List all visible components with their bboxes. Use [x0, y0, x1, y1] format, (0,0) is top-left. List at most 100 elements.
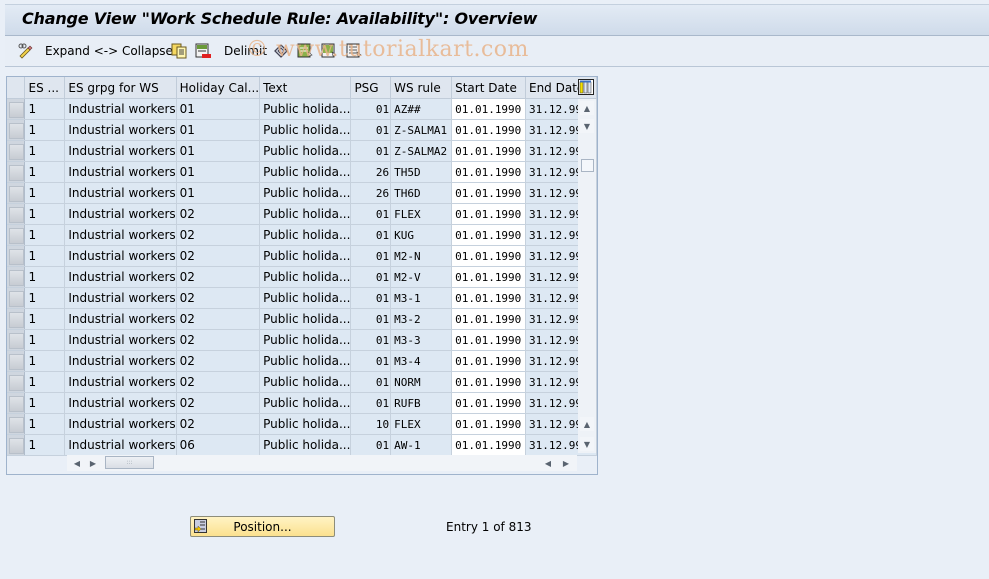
- table-row: 1 Industrial workers 02 Public holida... 01 K…: [7, 224, 598, 246]
- column-header-start-date[interactable]: Start Date: [451, 77, 526, 99]
- vertical-scroll-thumb[interactable]: [581, 159, 594, 172]
- column-header-es[interactable]: ES ...: [24, 77, 66, 99]
- select-all-rows-header[interactable]: [7, 77, 26, 99]
- cell-start-date[interactable]: 01.01.1990: [451, 287, 526, 309]
- column-header-es-grouping[interactable]: ES grpg for WS: [64, 77, 177, 99]
- row-selector-box[interactable]: [9, 332, 24, 349]
- cell-text: Public holida...: [259, 182, 352, 204]
- delimit-button[interactable]: Delimit: [224, 42, 267, 60]
- cell-start-date[interactable]: 01.01.1990: [451, 98, 526, 120]
- cell-start-date[interactable]: 01.01.1990: [451, 413, 526, 435]
- row-selector[interactable]: [7, 308, 26, 330]
- cell-ws-rule: Z-SALMA1: [390, 119, 453, 141]
- row-selector[interactable]: [7, 182, 26, 204]
- vertical-scrollbar[interactable]: ▲ ▼ ▲ ▼: [578, 99, 596, 453]
- cell-start-date[interactable]: 01.01.1990: [451, 203, 526, 225]
- row-selector[interactable]: [7, 329, 26, 351]
- row-selector[interactable]: [7, 119, 26, 141]
- cell-text: Public holida...: [259, 203, 352, 225]
- scroll-right-end-button[interactable]: ▶: [560, 457, 572, 469]
- column-header-holiday-calendar[interactable]: Holiday Cal...: [176, 77, 261, 99]
- cell-start-date[interactable]: 01.01.1990: [451, 161, 526, 183]
- copy-button[interactable]: [171, 42, 187, 60]
- cell-start-date[interactable]: 01.01.1990: [451, 119, 526, 141]
- row-selector-box[interactable]: [9, 353, 24, 370]
- row-selector[interactable]: [7, 392, 26, 414]
- row-selector-box[interactable]: [9, 143, 24, 160]
- row-selector-box[interactable]: [9, 374, 24, 391]
- column-header-ws-rule[interactable]: WS rule: [390, 77, 453, 99]
- row-selector-box[interactable]: [9, 311, 24, 328]
- cell-start-date[interactable]: 01.01.1990: [451, 140, 526, 162]
- column-header-psg[interactable]: PSG: [350, 77, 392, 99]
- cell-psg: 01: [350, 287, 392, 309]
- delete-button[interactable]: [195, 42, 211, 60]
- cell-start-date[interactable]: 01.01.1990: [451, 329, 526, 351]
- cell-ws-rule: M3-3: [390, 329, 453, 351]
- position-button[interactable]: Position...: [190, 516, 335, 537]
- cell-holiday-calendar: 02: [176, 287, 261, 309]
- select-all-button[interactable]: [297, 42, 313, 60]
- row-selector[interactable]: [7, 287, 26, 309]
- row-selector-box[interactable]: [9, 416, 24, 433]
- change-display-button[interactable]: [17, 42, 33, 60]
- select-block-button[interactable]: [321, 42, 337, 60]
- horizontal-scrollbar[interactable]: ◀ ▶ ::: ◀ ▶: [67, 455, 577, 471]
- scroll-up-button[interactable]: ▲: [580, 101, 594, 115]
- row-selector-box[interactable]: [9, 290, 24, 307]
- cell-psg: 01: [350, 434, 392, 456]
- expand-collapse-button[interactable]: Expand <-> Collapse: [45, 42, 173, 60]
- page-down-button[interactable]: ▼: [580, 437, 594, 451]
- row-selector[interactable]: [7, 434, 26, 456]
- cell-start-date[interactable]: 01.01.1990: [451, 224, 526, 246]
- scroll-right-button[interactable]: ▶: [87, 457, 99, 469]
- cell-start-date[interactable]: 01.01.1990: [451, 182, 526, 204]
- row-selector[interactable]: [7, 371, 26, 393]
- scroll-left-button[interactable]: ◀: [71, 457, 83, 469]
- row-selector[interactable]: [7, 224, 26, 246]
- triangle-right-icon: ▶: [89, 458, 97, 468]
- column-header-text[interactable]: Text: [259, 77, 352, 99]
- undo-change-button[interactable]: [273, 42, 289, 60]
- cell-es-grouping: Industrial workers: [64, 287, 177, 309]
- row-selector[interactable]: [7, 203, 26, 225]
- cell-holiday-calendar: 02: [176, 350, 261, 372]
- select-all-icon: [297, 43, 313, 59]
- row-selector-box[interactable]: [9, 185, 24, 202]
- row-selector[interactable]: [7, 266, 26, 288]
- scroll-down-button[interactable]: ▼: [580, 119, 594, 133]
- row-selector[interactable]: [7, 350, 26, 372]
- page-up-button[interactable]: ▲: [580, 417, 594, 431]
- cell-start-date[interactable]: 01.01.1990: [451, 434, 526, 456]
- cell-start-date[interactable]: 01.01.1990: [451, 350, 526, 372]
- deselect-all-button[interactable]: [346, 42, 362, 60]
- row-selector-box[interactable]: [9, 101, 24, 118]
- scroll-left-end-button[interactable]: ◀: [542, 457, 554, 469]
- row-selector-box[interactable]: [9, 164, 24, 181]
- row-selector-box[interactable]: [9, 122, 24, 139]
- cell-start-date[interactable]: 01.01.1990: [451, 392, 526, 414]
- row-selector[interactable]: [7, 140, 26, 162]
- row-selector-box[interactable]: [9, 395, 24, 412]
- row-selector[interactable]: [7, 413, 26, 435]
- row-selector-box[interactable]: [9, 437, 24, 454]
- cell-start-date[interactable]: 01.01.1990: [451, 266, 526, 288]
- row-selector-box[interactable]: [9, 248, 24, 265]
- cell-start-date[interactable]: 01.01.1990: [451, 308, 526, 330]
- cell-start-date[interactable]: 01.01.1990: [451, 371, 526, 393]
- cell-es: 1: [24, 140, 66, 162]
- column-configuration-button[interactable]: [578, 79, 594, 95]
- row-selector-box[interactable]: [9, 206, 24, 223]
- cell-ws-rule: M3-4: [390, 350, 453, 372]
- cell-holiday-calendar: 02: [176, 371, 261, 393]
- cell-psg: 01: [350, 245, 392, 267]
- row-selector-box[interactable]: [9, 227, 24, 244]
- cell-text: Public holida...: [259, 266, 352, 288]
- horizontal-scroll-thumb[interactable]: :::: [105, 456, 154, 469]
- row-selector[interactable]: [7, 98, 26, 120]
- cell-start-date[interactable]: 01.01.1990: [451, 245, 526, 267]
- row-selector[interactable]: [7, 245, 26, 267]
- table-row: 1 Industrial workers 01 Public holida... 26 T…: [7, 182, 598, 204]
- row-selector-box[interactable]: [9, 269, 24, 286]
- row-selector[interactable]: [7, 161, 26, 183]
